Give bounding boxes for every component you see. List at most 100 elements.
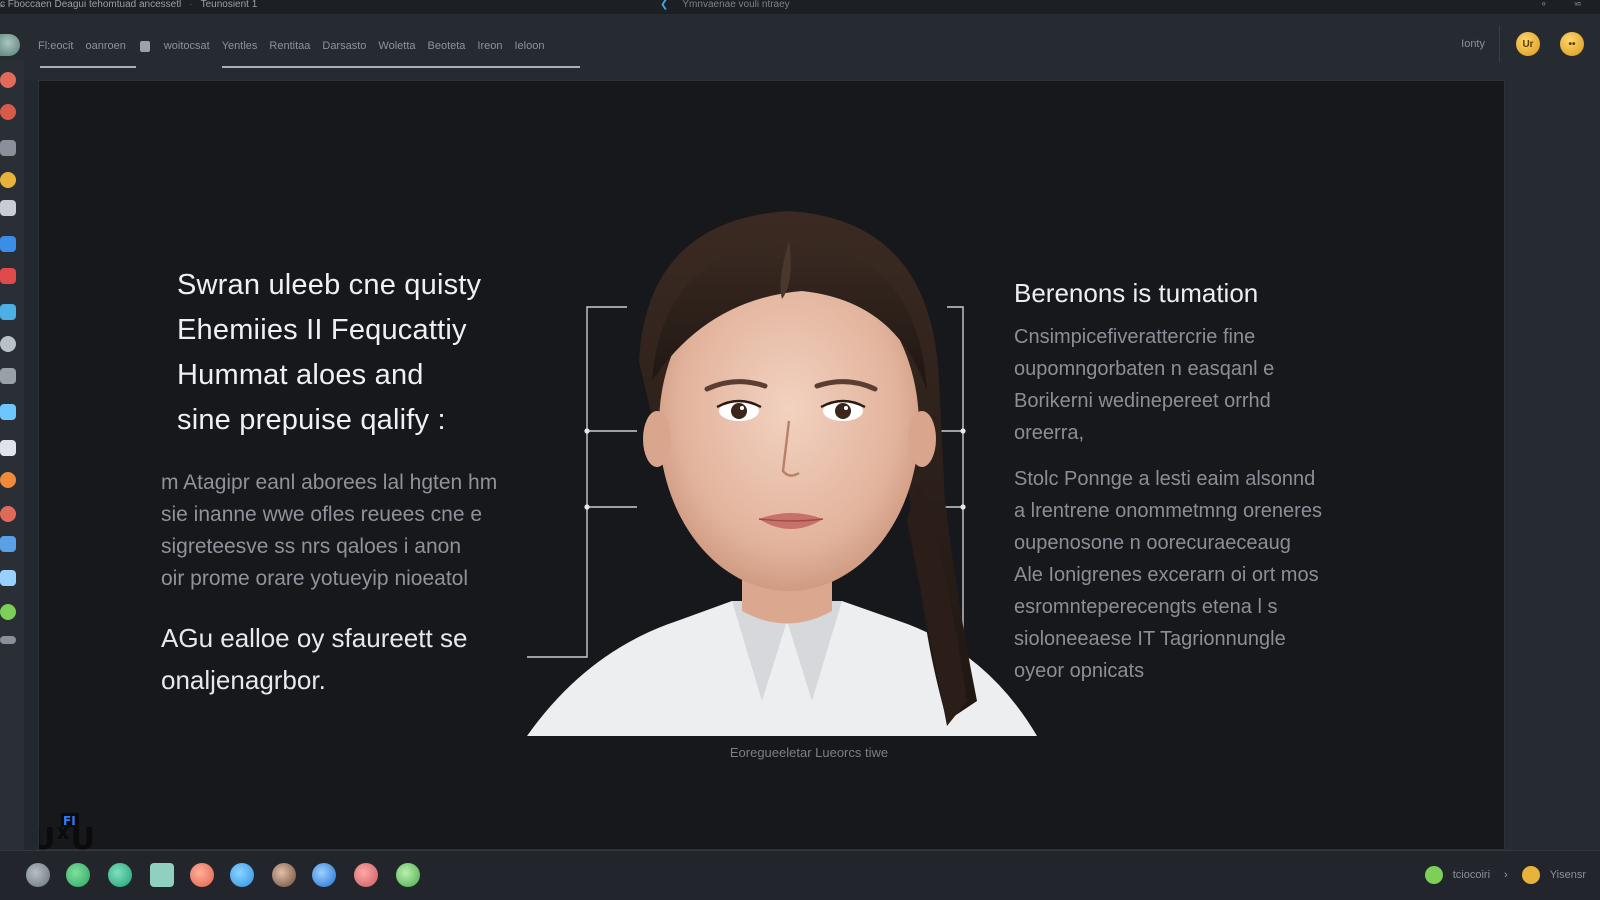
left-dock [0,60,24,850]
toolbar-right-label[interactable]: Ionty [1461,38,1485,50]
taskbar: tciocoiri › Yisensr [0,850,1600,900]
window-title-doc: Teunosient 1 [200,0,258,10]
chevron-left-icon[interactable]: ❮ [660,0,668,10]
tray-expand-icon[interactable]: › [1504,869,1508,881]
headline-line-1: Swran uleeb cne quisty [177,269,482,301]
slide-panel: Swran uleeb cne quisty Ehemiies II Fequc… [31,80,1505,857]
task-edge-icon[interactable] [230,863,254,887]
tab-9[interactable]: Ieloon [515,40,545,52]
dock-app-icon[interactable] [0,104,16,120]
dock-menu-icon[interactable] [0,636,16,644]
task-chat-icon[interactable] [66,863,90,887]
dock-globe-icon[interactable] [0,336,16,352]
tab-2[interactable]: woitocsat [164,40,210,52]
dock-settings-icon[interactable] [0,200,16,216]
app-logo-icon[interactable] [0,34,20,56]
start-icon[interactable] [26,863,50,887]
headline-line-4: sine prepuise qalify : [177,404,446,436]
dock-orange-icon[interactable] [0,472,16,488]
right-paragraph-2: Stolc Ponnge a lesti eaim alsonnd a lren… [1014,463,1414,687]
window-title: ɕ Fboccaen Deagui tehomtuad ancessetl · Te… [0,0,257,10]
right-para2-line-5: esromnteperecengts etena l s [1014,596,1278,618]
tab-8[interactable]: Ireon [477,40,502,52]
right-para2-line-7: oyeor opnicats [1014,660,1145,682]
right-para1-line-1: Cnsimpicefiverattercrie fine [1014,326,1256,348]
right-para2-line-4: Ale Ionigrenes excerarn oi ort mos [1014,564,1319,586]
tab-bar: Fl:eocit oanroen woitocsat Yentles Renti… [38,36,556,56]
left-body-line-1: m Atagipr eanl aborees lal hgten hm [161,471,498,494]
left-body-line-3: sigreteesve ss nrs qaloes i anon [161,535,461,558]
toolbar-divider [1499,26,1500,62]
headline-line-3: Hummat aloes and [177,359,424,391]
watermark-graphic: ᑌᕽᑌ FI [31,813,95,857]
watermark-logo: ᑌᕽᑌ FI [31,811,129,857]
toolbar: Fl:eocit oanroen woitocsat Yentles Renti… [0,14,1600,80]
right-text-block: Berenons is tumation Cnsimpicefiveratter… [1014,273,1414,687]
window-subtitle-text: Ymnvaenae vouli ntraey [682,0,790,10]
dock-browser-icon[interactable] [0,304,16,320]
task-browser-icon[interactable] [108,863,132,887]
title-bar: ɕ Fboccaen Deagui tehomtuad ancessetl · Te… [0,0,1600,14]
right-para2-line-6: sioloneeaese IT Tagrionnungle [1014,628,1286,650]
window-title-main: ɕ Fboccaen Deagui tehomtuad ancessetl [0,0,182,10]
toolbar-right: Ionty Ur •• [1461,26,1600,62]
headline-line-2: Ehemiies II Fequcattiy [177,314,467,346]
task-music-icon[interactable] [354,863,378,887]
watermark-badge: FI [63,814,76,828]
dock-doc-icon[interactable] [0,368,16,384]
left-body-text: m Atagipr eanl aborees lal hgten hm sie … [161,467,581,595]
active-tab-indicator [40,66,136,68]
right-heading: Berenons is tumation [1014,278,1259,308]
tab-1[interactable]: oanroen [85,40,125,52]
tab-4[interactable]: Rentitaa [269,40,310,52]
left-body-line-4: oir prome orare yotueyip nioeatol [161,567,469,590]
coin-icon[interactable]: Ur [1516,32,1540,56]
tab-7[interactable]: Beoteta [428,40,466,52]
system-tray: tciocoiri › Yisensr [1424,863,1600,887]
task-user-icon[interactable] [272,863,296,887]
emoji-icon[interactable]: •• [1560,32,1584,56]
dock-green-icon[interactable] [0,604,16,620]
tab-square-icon[interactable] [139,40,150,52]
window-controls: ∘ ⋍ [1517,0,1582,10]
tab-group-indicator [222,66,580,68]
portrait-figure [527,181,1047,741]
tray-status-icon[interactable] [1521,866,1540,884]
title-separator: · [189,0,193,10]
right-para2-line-1: Stolc Ponnge a lesti eaim alsonnd [1014,468,1316,490]
right-para2-line-3: oupenosone n oorecuraeceaug [1014,532,1291,554]
right-para1-line-3: Borikerni wedinepereet orrhd [1014,390,1271,412]
dock-monitor-icon[interactable] [0,570,16,586]
close-icon[interactable]: ⋍ [1574,0,1582,10]
dock-window-icon[interactable] [0,236,16,252]
right-paragraph-1: Cnsimpicefiverattercrie fine oupomngorba… [1014,321,1414,449]
dock-media-icon[interactable] [0,268,16,284]
dock-page-icon[interactable] [0,440,16,456]
task-globe-icon[interactable] [312,863,336,887]
slide-caption: Eoregueeletar Lueorcs tiwe [729,745,889,760]
dock-red-icon[interactable] [0,506,16,522]
headline-block: Swran uleeb cne quisty Ehemiies II Fequc… [177,263,587,443]
dock-blue-icon[interactable] [0,536,16,552]
tab-5[interactable]: Darsasto [322,40,366,52]
left-body-line-2: sie inanne wwe ofles reuees cne e [161,503,483,526]
clock-text[interactable]: Yisensr [1550,869,1586,881]
dock-record-icon[interactable] [0,72,16,88]
tab-6[interactable]: Woletta [378,40,415,52]
task-app-icon[interactable] [396,863,420,887]
dock-file-icon[interactable] [0,140,16,156]
left-foot-line-2: onaljenagrbor. [161,665,326,695]
tab-0[interactable]: Fl:eocit [38,40,73,52]
right-para2-line-2: a lrentrene onommetmng oreneres [1014,500,1322,522]
dock-star-icon[interactable] [0,172,16,188]
task-notes-icon[interactable] [150,863,174,887]
tray-network-icon[interactable] [1424,866,1443,884]
window-subtitle: ❮ Ymnvaenae vouli ntraey [660,0,790,10]
portrait-illustration [527,211,1037,736]
tab-3[interactable]: Yentles [222,40,258,52]
minimize-icon[interactable]: ∘ [1541,0,1547,10]
tray-label[interactable]: tciocoiri [1453,869,1490,881]
right-para1-line-4: oreerra, [1014,422,1085,444]
dock-chat-icon[interactable] [0,404,16,420]
task-media-icon[interactable] [190,863,214,887]
